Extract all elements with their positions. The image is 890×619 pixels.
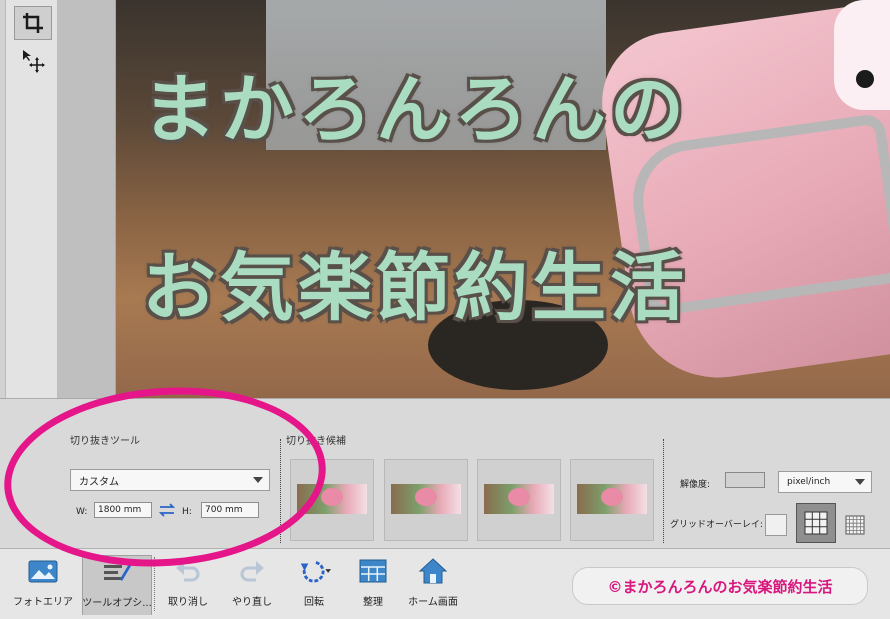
resolution-label: 解像度: [680,480,711,490]
resolution-unit-select[interactable]: pixel/inch [778,471,872,493]
image-canvas[interactable]: まかろんろんの お気楽節約生活 [116,0,890,398]
crop-icon [23,13,43,33]
crop-preset-select[interactable]: カスタム [70,469,270,491]
home-icon [418,558,448,584]
watermark-badge: ©まかろんろんのお気楽節約生活 [572,567,868,605]
grid-overlay-label: グリッドオーバーレイ: [670,520,763,530]
thumbnail-image [297,484,367,514]
thumbnail-image [484,484,554,514]
organize-label: 整理 [363,597,383,608]
rotate-label: 回転 [304,597,324,608]
redo-button[interactable]: やり直し [224,555,280,615]
move-icon [23,50,45,73]
crop-tool-button[interactable] [14,6,52,40]
move-tool-button[interactable] [14,44,52,78]
overlay-title-line-2: お気楽節約生活 [142,245,688,331]
undo-label: 取り消し [168,597,208,608]
taskbar-divider [154,557,155,611]
photo-area-icon [28,560,58,583]
photo-area-label: フォトエリア [13,597,73,608]
bottom-taskbar: フォトエリア ツールオプシ... 取り消し やり直し 回転 整理 ホーム画面 ©… [0,548,890,619]
mascot-eye [856,70,874,88]
height-label: H: [182,507,192,517]
width-input[interactable]: 1800 mm [94,502,152,518]
overlay-title-line-1: まかろんろんの [142,67,688,153]
redo-icon [240,561,264,582]
crop-suggestion-thumbnail[interactable] [384,459,468,541]
resolution-unit-value: pixel/inch [787,477,831,487]
grid-overlay-none-button[interactable] [765,514,787,536]
thumbnail-image [391,484,461,514]
tool-options-button[interactable]: ツールオプシ... [82,555,152,615]
mascot-illustration [834,0,890,110]
grid-overlay-thirds-button[interactable] [796,503,836,543]
tool-options-icon [104,564,131,581]
chevron-down-icon [855,479,865,485]
crop-suggestions-label: 切り抜き候補 [286,436,346,447]
divider [280,439,281,543]
home-screen-label: ホーム画面 [408,597,458,608]
chevron-down-icon [253,477,263,483]
organize-button[interactable]: 整理 [350,555,396,615]
rotate-icon [300,561,331,583]
grid-icon [845,515,865,535]
rotate-button[interactable]: 回転 [286,555,342,615]
width-label: W: [76,507,88,517]
thumbnail-image [577,484,647,514]
swap-dimensions-icon[interactable] [158,501,176,519]
crop-suggestion-thumbnail[interactable] [477,459,561,541]
canvas-gutter [58,0,116,398]
tool-options-panel: 切り抜きツール カスタム W: 1800 mm H: 700 mm 切り抜き候補… [0,398,890,548]
photo-area-button[interactable]: フォトエリア [13,555,73,615]
divider [663,439,664,543]
undo-icon [176,561,200,582]
crop-preset-value: カスタム [79,476,119,488]
redo-label: やり直し [232,597,272,608]
grid-overlay-grid-button[interactable] [844,514,866,536]
rule-of-thirds-icon [804,511,828,535]
crop-suggestion-thumbnail[interactable] [570,459,654,541]
undo-button[interactable]: 取り消し [160,555,216,615]
crop-tool-label: 切り抜きツール [70,436,140,447]
height-input[interactable]: 700 mm [201,502,259,518]
resolution-input[interactable] [725,472,765,488]
organize-icon [359,559,387,583]
home-screen-button[interactable]: ホーム画面 [403,555,463,615]
crop-suggestion-thumbnail[interactable] [290,459,374,541]
tool-options-label: ツールオプシ... [82,598,152,609]
